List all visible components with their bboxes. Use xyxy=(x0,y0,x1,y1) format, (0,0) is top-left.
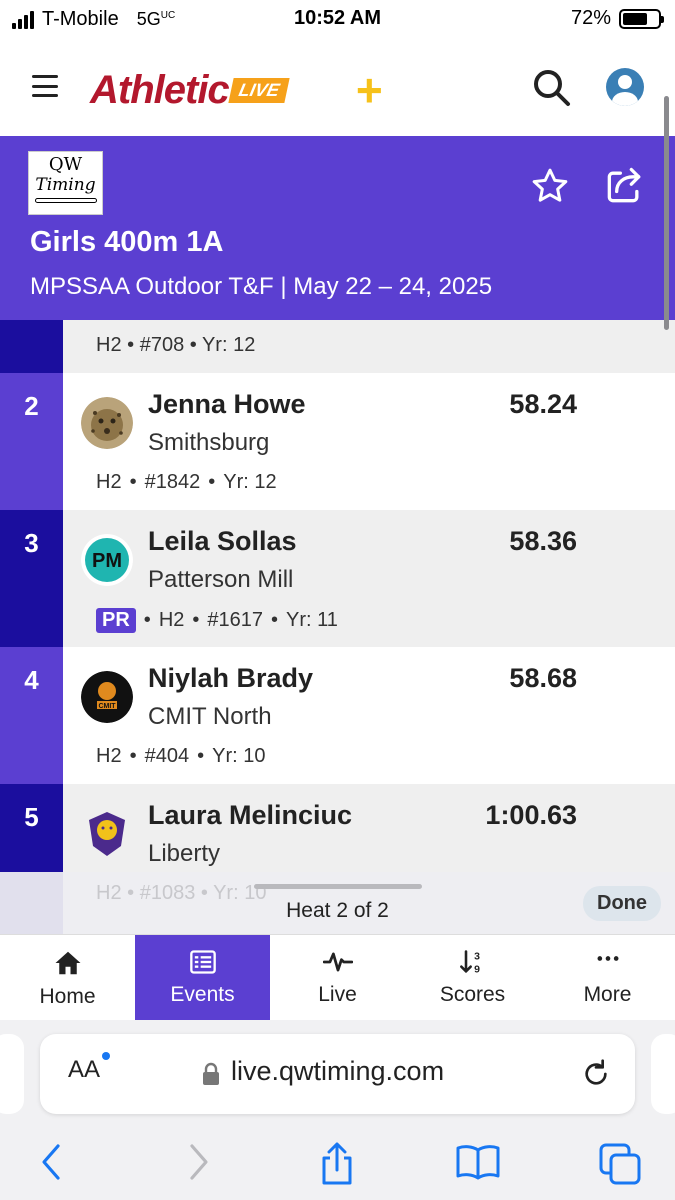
nav-more[interactable]: More xyxy=(540,935,675,1020)
athlete-time: 1:00.63 xyxy=(485,800,577,830)
place-number: 2 xyxy=(0,373,63,510)
scroll-indicator[interactable] xyxy=(664,96,669,330)
favorite-star-icon[interactable] xyxy=(530,166,570,211)
heat-selector-bar[interactable]: H2 • #1083 • Yr: 10 Heat 2 of 2 Done xyxy=(0,872,675,934)
place-number: 3 xyxy=(0,510,63,647)
event-title: Girls 400m 1A xyxy=(30,226,224,258)
brand-live-badge: LIVE xyxy=(228,78,290,103)
athlete-time: 58.24 xyxy=(509,389,577,419)
app-header: Athletic LIVE + xyxy=(0,40,675,136)
svg-text:PM: PM xyxy=(92,550,122,572)
athlete-team: CMIT North xyxy=(148,703,272,730)
result-row[interactable]: 3 PM Leila Sollas Patterson Mill 58.36 P… xyxy=(0,510,675,647)
tiger-logo: CMIT xyxy=(81,671,133,723)
share-icon[interactable] xyxy=(602,164,646,213)
ellipsis-icon xyxy=(597,956,618,961)
forward-icon[interactable] xyxy=(184,1142,212,1187)
lion-logo xyxy=(81,808,133,860)
share-sheet-icon[interactable] xyxy=(318,1142,356,1191)
url-text[interactable]: live.qwtiming.com xyxy=(231,1056,444,1087)
pr-badge: PR xyxy=(96,608,136,633)
place-number: 4 xyxy=(0,647,63,784)
athlete-team: Patterson Mill xyxy=(148,566,294,593)
athlete-team: Smithsburg xyxy=(148,429,270,456)
browser-toolbar xyxy=(0,1138,675,1188)
pulse-icon xyxy=(322,952,353,972)
heat-label: Heat 2 of 2 xyxy=(286,899,389,922)
bookmarks-icon[interactable] xyxy=(454,1142,502,1187)
result-row-partial[interactable]: H2 • #708 • Yr: 12 xyxy=(0,320,675,373)
athlete-meta: H2 • #404 • Yr: 10 xyxy=(96,745,266,767)
search-icon[interactable] xyxy=(532,68,572,113)
next-tab-peek[interactable] xyxy=(651,1034,675,1114)
nav-events[interactable]: Events xyxy=(135,935,270,1020)
address-bar[interactable]: AA live.qwtiming.com xyxy=(40,1034,635,1114)
athlete-name: Laura Melinciuc xyxy=(148,800,353,830)
result-row[interactable]: 2 Jenna Howe Smithsburg 58.24 H2 • #1842 • Y… xyxy=(0,373,675,510)
done-button[interactable]: Done xyxy=(583,886,661,921)
tabs-icon[interactable] xyxy=(598,1142,642,1191)
sheet-drag-handle[interactable] xyxy=(254,884,422,889)
lock-icon xyxy=(201,1062,221,1091)
event-banner: QW Timing Girls 400m 1A MPSSAA Outdoor T… xyxy=(0,136,675,320)
account-icon[interactable] xyxy=(606,68,644,106)
husky-logo: PM xyxy=(81,534,133,586)
browser-chrome: AA live.qwtiming.com xyxy=(0,1020,675,1200)
event-subtitle: MPSSAA Outdoor T&F | May 22 – 24, 2025 xyxy=(30,273,493,300)
athlete-time: 58.36 xyxy=(509,526,577,556)
previous-tab-peek[interactable] xyxy=(0,1034,24,1114)
battery-icon xyxy=(619,8,664,29)
bottom-nav: Home Events Live 39 Scores More xyxy=(0,934,675,1020)
nav-scores[interactable]: 39 Scores xyxy=(405,935,540,1020)
results-list[interactable]: H2 • #708 • Yr: 12 2 Jenna Howe Smithsbu… xyxy=(0,320,675,934)
sort-icon: 39 xyxy=(459,950,480,976)
back-icon[interactable] xyxy=(38,1142,66,1187)
battery-percent: 72% xyxy=(570,7,611,29)
home-icon xyxy=(55,951,80,975)
list-icon xyxy=(189,950,216,974)
athlete-meta: PR • H2 • #1617 • Yr: 11 xyxy=(96,608,338,633)
svg-text:9: 9 xyxy=(474,964,480,976)
athlete-name: Niylah Brady xyxy=(148,663,314,693)
nav-live[interactable]: Live xyxy=(270,935,405,1020)
text-size-button[interactable]: AA xyxy=(68,1052,111,1084)
athletic-live-logo[interactable]: Athletic LIVE xyxy=(90,68,290,113)
status-bar: T-Mobile 5GUC 10:52 AM 72% xyxy=(0,0,675,40)
menu-icon[interactable] xyxy=(32,75,58,97)
athlete-name: Leila Sollas xyxy=(148,526,297,556)
plus-logo[interactable]: + xyxy=(355,67,382,113)
svg-text:3: 3 xyxy=(474,951,480,963)
nav-home[interactable]: Home xyxy=(0,935,135,1020)
athlete-time: 58.68 xyxy=(509,663,577,693)
svg-text:CMIT: CMIT xyxy=(98,703,116,710)
reload-icon[interactable] xyxy=(580,1058,612,1095)
result-row[interactable]: 4 CMIT Niylah Brady CMIT North 58.68 H2 •… xyxy=(0,647,675,784)
athlete-meta: H2 • #1842 • Yr: 12 xyxy=(96,471,277,493)
qw-timing-logo: QW Timing xyxy=(28,151,103,215)
athlete-meta: H2 • #708 • Yr: 12 xyxy=(96,334,256,356)
jaguar-logo xyxy=(81,397,133,449)
athlete-name: Jenna Howe xyxy=(148,389,306,419)
brand-wordmark: Athletic xyxy=(90,68,230,112)
athlete-team: Liberty xyxy=(148,840,221,867)
